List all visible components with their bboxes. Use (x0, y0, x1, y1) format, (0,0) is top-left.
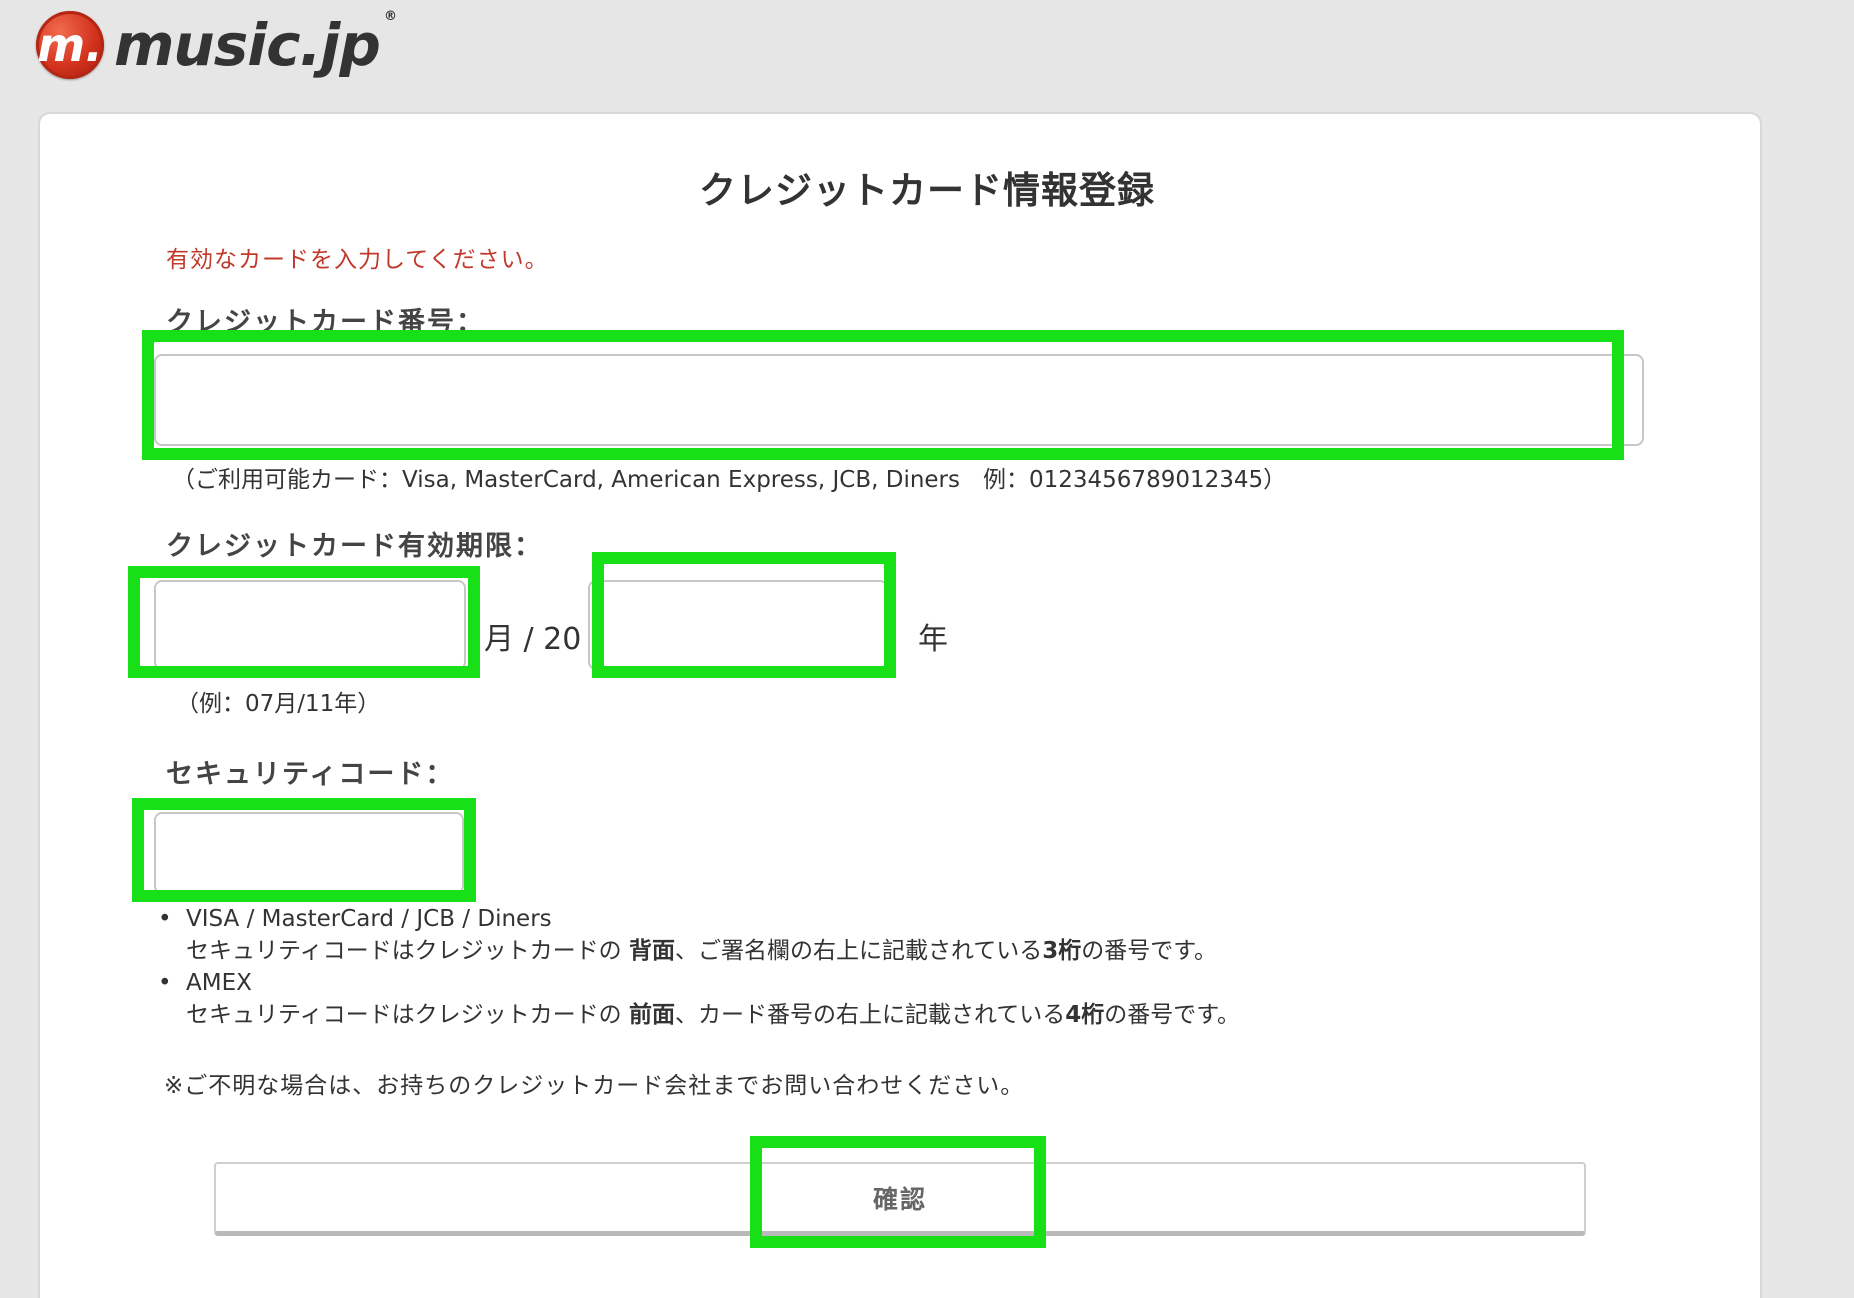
page: m. music.jp ® クレジットカード情報登録 有効なカードを入力してくだ… (0, 0, 1854, 1298)
expiry-hint: （例：07月/11年） (176, 691, 381, 717)
expiry-year-input[interactable] (588, 580, 888, 670)
expiry-month-suffix: 月 / 20 (484, 622, 582, 657)
card-number-label: クレジットカード番号： (166, 307, 485, 338)
page-title: クレジットカード情報登録 (699, 169, 1155, 212)
card-brand-title: VISA / MasterCard / JCB / Diners (186, 906, 552, 932)
confirm-button[interactable]: 確認 (214, 1162, 1586, 1236)
expiry-label: クレジットカード有効期限： (166, 531, 543, 562)
card-brand-title: AMEX (186, 970, 252, 996)
bullet-icon: • (158, 970, 172, 996)
security-code-label: セキュリティコード： (166, 759, 455, 790)
security-code-input[interactable] (154, 812, 464, 894)
logo-badge-icon: m. (36, 11, 104, 79)
inquiry-note: ※ご不明な場合は、お持ちのクレジットカード会社までお問い合わせください。 (164, 1073, 1025, 1099)
expiry-month-input[interactable] (154, 580, 466, 670)
error-message: 有効なカードを入力してください。 (166, 247, 549, 273)
bullet-icon: • (158, 906, 172, 932)
list-item: • VISA / MasterCard / JCB / Diners セキュリテ… (156, 903, 1240, 967)
security-code-info-list: • VISA / MasterCard / JCB / Diners セキュリテ… (156, 903, 1240, 1031)
music-jp-logo[interactable]: m. music.jp ® (36, 10, 397, 80)
card-number-input[interactable] (154, 354, 1644, 446)
card-number-hint: （ご利用可能カード：Visa, MasterCard, American Exp… (172, 467, 1287, 493)
logo-text-label: music.jp (114, 11, 381, 79)
list-item: • AMEX セキュリティコードはクレジットカードの 前面、カード番号の右上に記… (156, 967, 1240, 1031)
logo-mark: m. (37, 18, 103, 72)
expiry-year-suffix: 年 (918, 622, 948, 657)
security-code-description: セキュリティコードはクレジットカードの 前面、カード番号の右上に記載されている4… (186, 1002, 1240, 1028)
security-code-description: セキュリティコードはクレジットカードの 背面、ご署名欄の右上に記載されている3桁… (186, 938, 1217, 964)
logo-text: music.jp ® (114, 10, 397, 74)
registered-mark: ® (383, 9, 397, 24)
